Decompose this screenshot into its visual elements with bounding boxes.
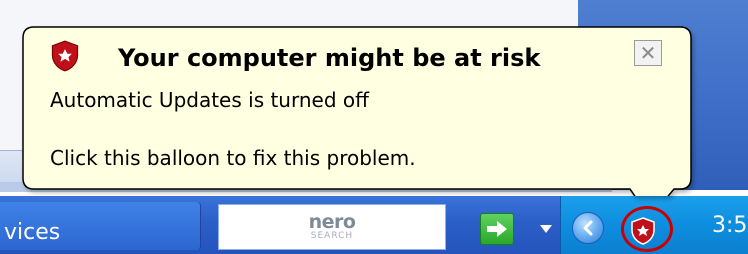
chevron-left-icon[interactable] [572, 212, 604, 244]
chevron-down-icon[interactable] [538, 222, 554, 236]
nero-brand: nero [308, 210, 356, 233]
close-icon[interactable]: ✕ [634, 40, 662, 66]
green-go-arrow-icon[interactable] [480, 213, 514, 245]
balloon-header: Your computer might be at risk ✕ [22, 26, 692, 86]
nero-search-toolbar[interactable]: nero SEARCH [218, 204, 446, 250]
security-notification-balloon[interactable]: Your computer might be at risk ✕ Automat… [22, 26, 692, 196]
tray-clock[interactable]: 3:55 [712, 213, 748, 238]
security-shield-icon [50, 40, 80, 72]
highlight-circle [621, 206, 673, 252]
nero-subtitle: SEARCH [310, 230, 354, 241]
taskbar-window-label: vices [4, 220, 61, 245]
taskbar-window-button[interactable]: vices [0, 202, 201, 250]
balloon-action-text[interactable]: Click this balloon to fix this problem. [50, 146, 416, 170]
close-glyph: ✕ [639, 41, 657, 65]
balloon-message: Automatic Updates is turned off [50, 88, 369, 112]
nero-search-logo: nero SEARCH [219, 205, 445, 249]
balloon-title: Your computer might be at risk [118, 44, 541, 72]
